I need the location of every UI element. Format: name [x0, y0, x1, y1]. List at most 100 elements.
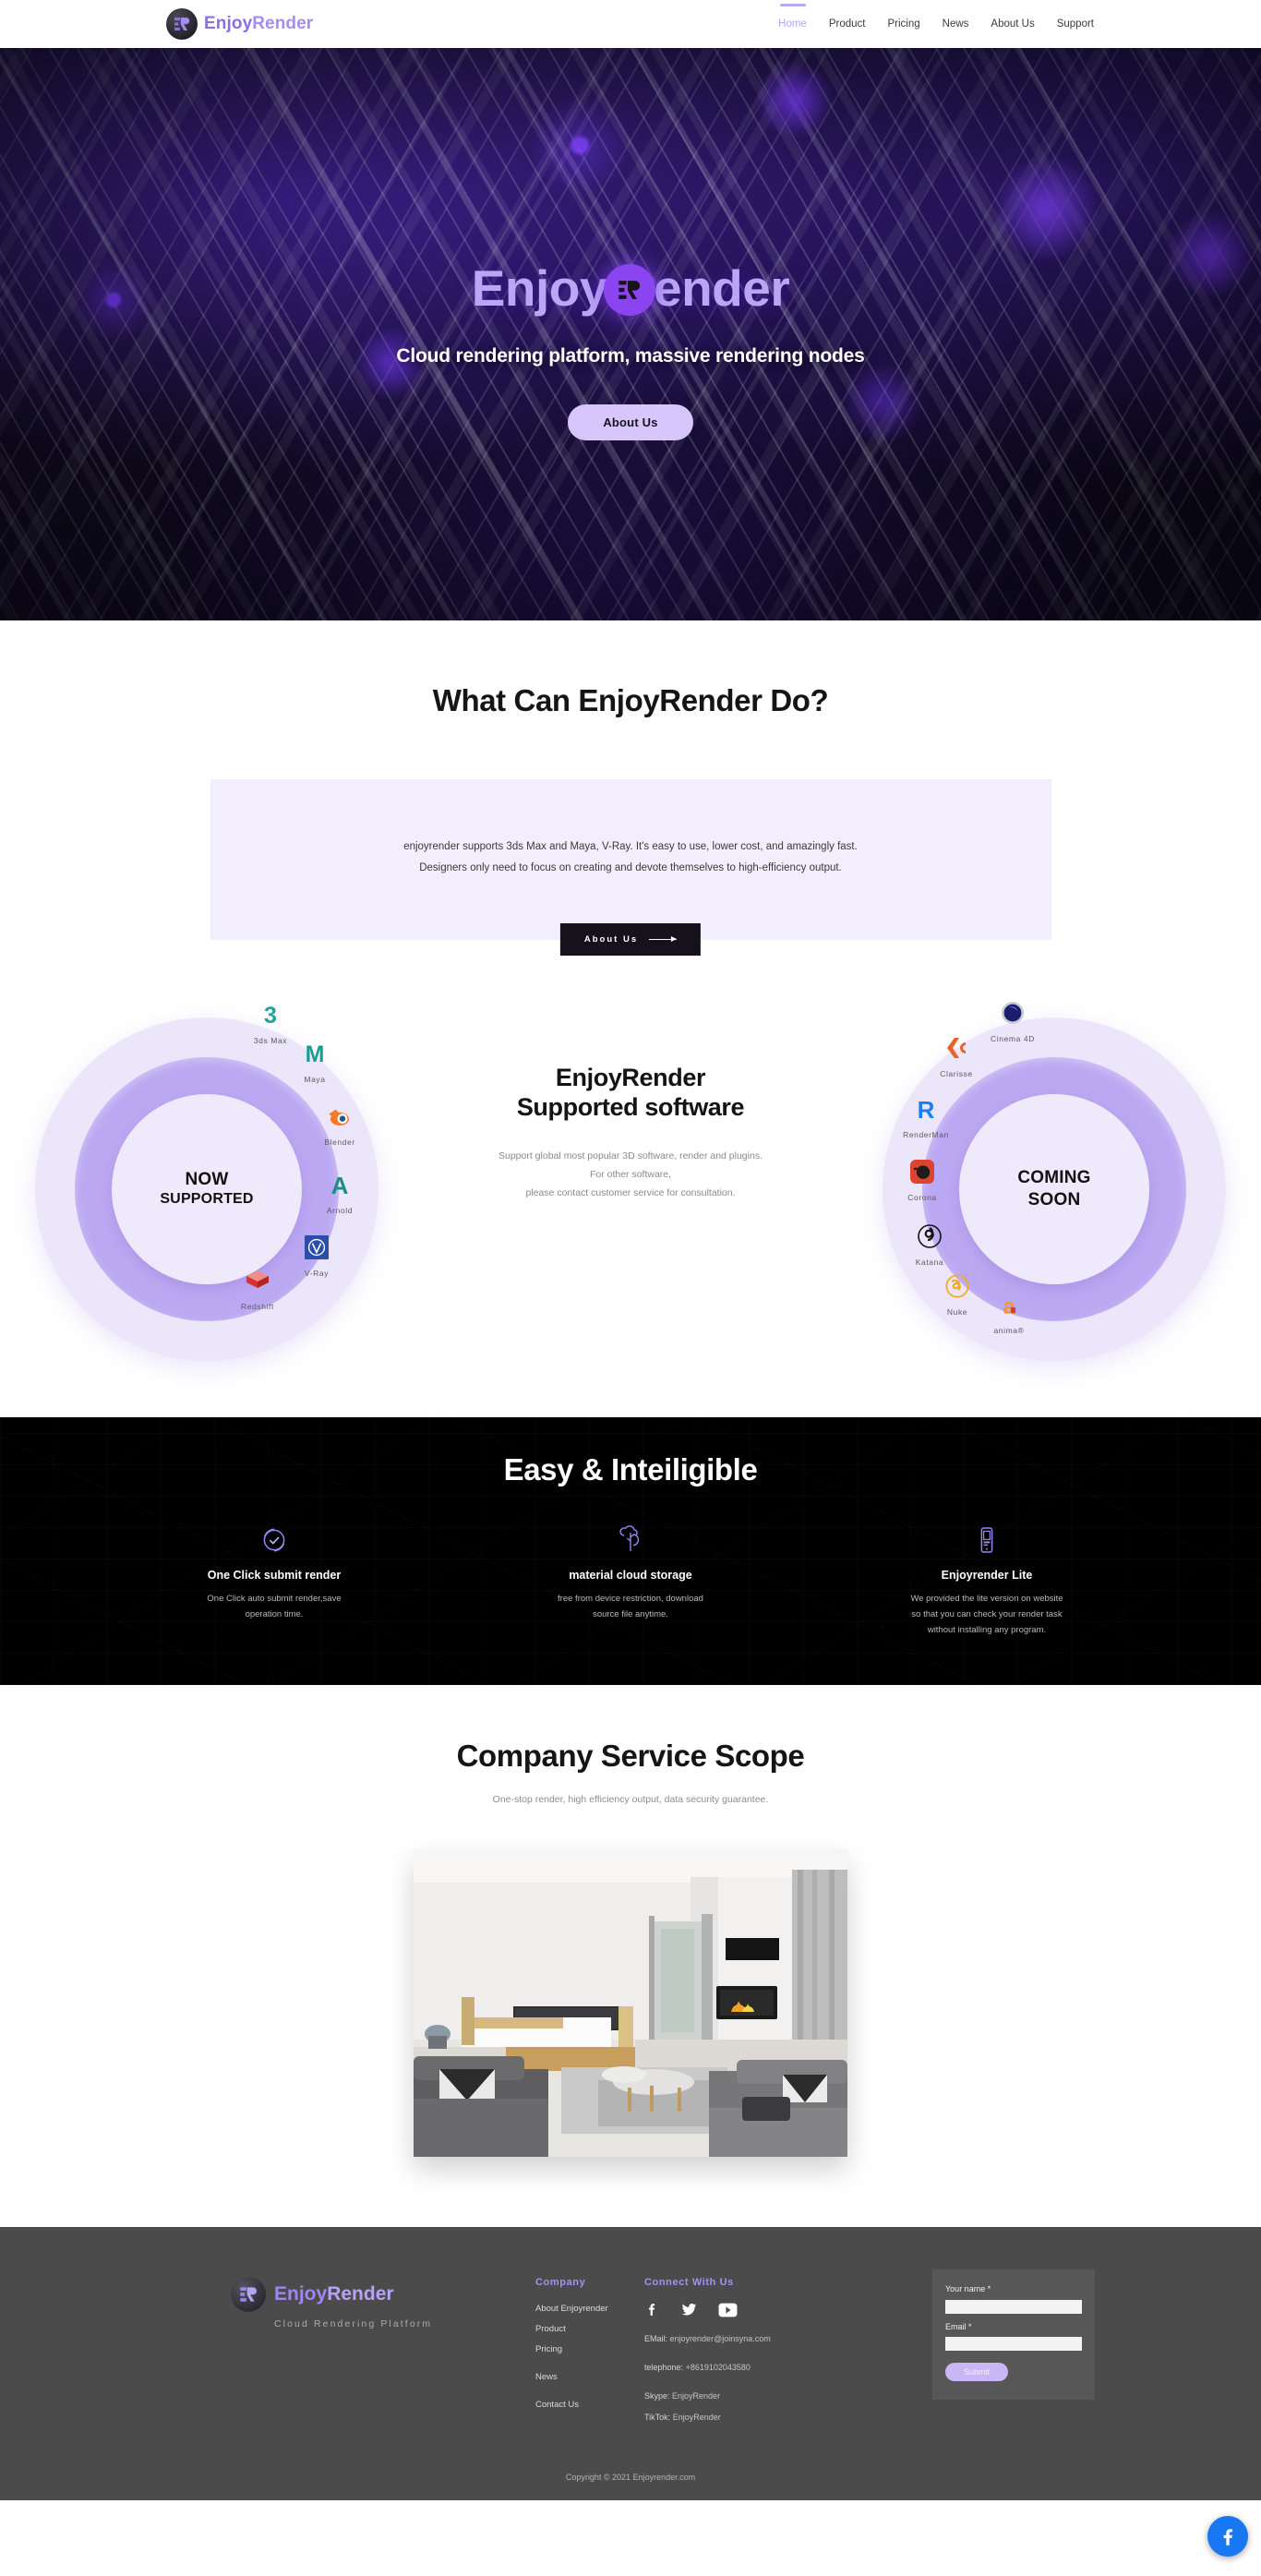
- now-supported-line1: NOW: [185, 1169, 229, 1189]
- arrow-right-icon: [649, 936, 678, 942]
- nav-item-news[interactable]: News: [942, 15, 970, 33]
- hero-title: Enjoy ender: [472, 259, 790, 317]
- software-body-line2: For other software,: [589, 1168, 672, 1180]
- software-item-corona[interactable]: Corona: [892, 1158, 953, 1205]
- software-label-3ds-max: 3ds Max: [253, 1036, 288, 1045]
- footer-company-column: Company About Enjoyrender Product Pricin…: [535, 2277, 644, 2418]
- svg-text:M: M: [306, 1041, 325, 1066]
- coming-soon-line1: COMING: [1017, 1168, 1091, 1188]
- feature-title-one-click: One Click submit render: [207, 1569, 342, 1582]
- twitter-icon[interactable]: [680, 2302, 698, 2317]
- company-service-scope-section: Company Service Scope One-stop render, h…: [0, 1685, 1261, 2227]
- form-name-label: Your name *: [945, 2284, 991, 2293]
- software-item-redshift[interactable]: Redshift: [227, 1267, 288, 1314]
- feature-desc-lite-l3: without installing any program.: [927, 1625, 1047, 1635]
- footer-email-value[interactable]: enjoyrender@joinsyna.com: [670, 2334, 771, 2343]
- anima-icon: a: [995, 1291, 1023, 1318]
- footer-skype-label: Skype:: [644, 2391, 670, 2401]
- feature-material-cloud-storage: material cloud storage free from device …: [521, 1523, 740, 1638]
- renderman-icon: R: [912, 1095, 940, 1123]
- software-body-line3: please contact customer service for cons…: [525, 1186, 736, 1198]
- form-email-label: Email *: [945, 2321, 972, 2331]
- floating-facebook-button-bottom[interactable]: [1207, 2516, 1248, 2557]
- footer-logo-icon: [231, 2277, 266, 2312]
- header-logo[interactable]: EnjoyRender: [166, 8, 313, 40]
- footer-link-about-enjoyrender[interactable]: About Enjoyrender: [535, 2302, 644, 2317]
- vray-icon: [303, 1234, 330, 1261]
- software-label-maya: Maya: [304, 1075, 326, 1084]
- 3dsmax-icon: 3: [257, 1001, 284, 1029]
- hero-logo-badge-icon: [603, 264, 655, 316]
- software-label-redshift: Redshift: [241, 1302, 274, 1311]
- software-item-clarisse[interactable]: Clarisse: [926, 1034, 987, 1081]
- form-name-input[interactable]: [945, 2299, 1082, 2314]
- footer-brand-block: EnjoyRender Cloud Rendering Platform: [231, 2277, 535, 2329]
- footer-telephone-label: telephone:: [644, 2363, 684, 2372]
- footer-company-heading: Company: [535, 2277, 586, 2288]
- software-item-maya[interactable]: M Maya: [284, 1040, 345, 1087]
- nav-item-home[interactable]: Home: [777, 15, 808, 33]
- footer-telephone-value[interactable]: +8619102043580: [686, 2363, 751, 2372]
- footer-skype-value[interactable]: EnjoyRender: [672, 2391, 720, 2401]
- software-label-clarisse: Clarisse: [940, 1069, 973, 1078]
- scope-image: [414, 1849, 847, 2157]
- feature-desc-cloud-l1: free from device restriction, download: [558, 1594, 703, 1604]
- footer-social-links: [644, 2302, 857, 2317]
- hero-title-part2: ender: [653, 259, 790, 317]
- now-supported-line2: SUPPORTED: [160, 1191, 254, 1208]
- software-label-katana: Katana: [915, 1258, 944, 1267]
- site-footer: EnjoyRender Cloud Rendering Platform Com…: [0, 2227, 1261, 2557]
- form-submit-button[interactable]: Submit: [945, 2363, 1009, 2381]
- nav-item-support[interactable]: Support: [1056, 15, 1095, 33]
- software-label-blender: Blender: [324, 1138, 355, 1147]
- hero-about-us-button[interactable]: About Us: [568, 404, 693, 440]
- what-can-body-line1: enjoyrender supports 3ds Max and Maya, V…: [403, 841, 858, 852]
- software-item-blender[interactable]: Blender: [309, 1102, 370, 1150]
- footer-link-pricing[interactable]: Pricing: [535, 2342, 644, 2357]
- software-heading-line2: Supported software: [516, 1092, 745, 1121]
- what-can-body-line2: Designers only need to focus on creating…: [419, 862, 842, 873]
- facebook-icon: [1216, 2524, 1240, 2548]
- software-item-cinema-4d[interactable]: Cinema 4D: [982, 999, 1043, 1046]
- svg-text:a: a: [1003, 1294, 1015, 1318]
- maya-icon: M: [301, 1040, 329, 1067]
- what-can-heading: What Can EnjoyRender Do?: [432, 683, 829, 717]
- nav-item-pricing[interactable]: Pricing: [886, 15, 920, 33]
- software-item-arnold[interactable]: A Arnold: [309, 1171, 370, 1218]
- what-can-about-us-button[interactable]: About Us: [559, 923, 702, 956]
- footer-tiktok-value[interactable]: EnjoyRender: [673, 2413, 721, 2422]
- enjoyrender-logo-icon: [166, 8, 198, 40]
- software-label-cinema-4d: Cinema 4D: [991, 1034, 1035, 1043]
- coming-soon-ring: COMING SOON Cinema 4D Clarisse R RenderM…: [883, 1002, 1226, 1361]
- feature-desc-one-click-l1: One Click auto submit render,save: [207, 1594, 342, 1604]
- what-can-card: enjoyrender supports 3ds Max and Maya, V…: [210, 779, 1051, 956]
- software-label-v-ray: V-Ray: [304, 1269, 330, 1278]
- facebook-icon[interactable]: [644, 2302, 660, 2317]
- footer-link-news[interactable]: News: [535, 2370, 644, 2385]
- hero-subtitle: Cloud rendering platform, massive render…: [396, 345, 865, 367]
- software-item-anima[interactable]: a anima®: [979, 1291, 1039, 1338]
- brand-render: Render: [252, 14, 314, 33]
- cinema4d-icon: [999, 999, 1027, 1027]
- supported-software-section: NOW SUPPORTED 3 3ds Max M Maya Blender A…: [0, 984, 1261, 1404]
- nav-item-product[interactable]: Product: [828, 15, 867, 33]
- footer-link-product[interactable]: Product: [535, 2322, 644, 2337]
- footer-email-label: EMail:: [644, 2334, 668, 2343]
- footer-telephone-row: telephone: +8619102043580: [644, 2361, 857, 2375]
- hero-section: Enjoy ender Cloud rendering platform, ma…: [0, 48, 1261, 620]
- footer-link-contact-us[interactable]: Contact Us: [535, 2398, 644, 2413]
- check-shield-icon: [164, 1523, 384, 1558]
- footer-tagline: Cloud Rendering Platform: [274, 2318, 433, 2329]
- nav-item-about-us[interactable]: About Us: [990, 15, 1035, 33]
- youtube-icon[interactable]: [718, 2303, 738, 2317]
- cloud-tree-icon: [521, 1523, 740, 1558]
- software-item-v-ray[interactable]: V-Ray: [286, 1234, 347, 1281]
- arnold-icon: A: [326, 1171, 354, 1198]
- software-item-katana[interactable]: Katana: [899, 1222, 960, 1270]
- easy-intelligible-section: Easy & Inteiligible One Click submit ren…: [0, 1417, 1261, 1685]
- software-label-arnold: Arnold: [326, 1206, 354, 1215]
- feature-desc-cloud-l2: source file anytime.: [593, 1609, 668, 1619]
- software-item-renderman[interactable]: R RenderMan: [895, 1095, 956, 1142]
- feature-one-click-submit: One Click submit render One Click auto s…: [164, 1523, 384, 1638]
- form-email-input[interactable]: [945, 2337, 1082, 2351]
